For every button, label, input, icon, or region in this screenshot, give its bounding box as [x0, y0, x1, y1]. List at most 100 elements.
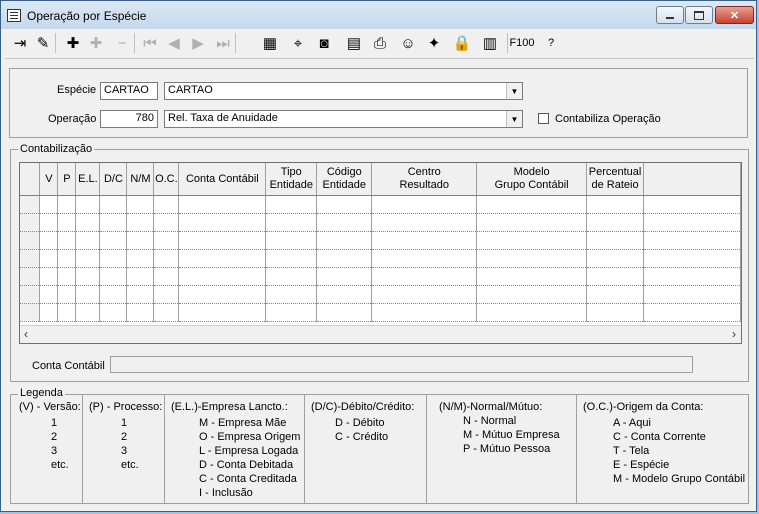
table-row[interactable] — [20, 213, 741, 232]
camera-icon[interactable]: ◙ — [313, 32, 335, 54]
column-header[interactable]: Conta Contábil — [178, 163, 267, 196]
table-row[interactable] — [20, 303, 741, 322]
grid-cell[interactable] — [178, 267, 267, 286]
grid-cell[interactable] — [75, 267, 101, 286]
grid-cell[interactable] — [643, 231, 741, 250]
grid-cell[interactable] — [57, 249, 77, 268]
edit-icon[interactable]: ✎ — [32, 32, 54, 54]
grid-cell[interactable] — [99, 231, 128, 250]
calendar-icon[interactable]: ▤ — [343, 32, 365, 54]
grid-cell[interactable] — [316, 303, 373, 322]
grid-cell[interactable] — [126, 303, 155, 322]
table-row[interactable] — [20, 267, 741, 286]
grid-cell[interactable] — [75, 285, 101, 304]
row-header[interactable] — [20, 195, 41, 214]
book-icon[interactable]: ▥ — [479, 32, 501, 54]
table-row[interactable] — [20, 285, 741, 304]
row-header[interactable] — [20, 303, 41, 322]
exit-icon[interactable]: ⇥ — [9, 32, 31, 54]
column-header[interactable]: Código Entidade — [316, 163, 373, 196]
grid-cell[interactable] — [265, 213, 318, 232]
lock-icon[interactable]: 🔒 — [451, 32, 473, 54]
grid-cell[interactable] — [153, 267, 180, 286]
grid-cell[interactable] — [476, 249, 588, 268]
column-header[interactable]: Tipo Entidade — [265, 163, 318, 196]
first-icon[interactable]: ⏮ — [139, 32, 161, 54]
grid-cell[interactable] — [265, 195, 318, 214]
grid-cell[interactable] — [153, 249, 180, 268]
column-header[interactable]: Centro Resultado — [371, 163, 478, 196]
grid-cell[interactable] — [265, 267, 318, 286]
contabilizacao-grid[interactable]: V P E.L. D/C N/M O.C. Conta Contábil Tipo Entid… — [19, 162, 742, 344]
grid-cell[interactable] — [99, 249, 128, 268]
remove-icon[interactable]: − — [111, 32, 133, 54]
table-row[interactable] — [20, 231, 741, 250]
grid-cell[interactable] — [586, 267, 645, 286]
grid-cell[interactable] — [476, 195, 588, 214]
help-button[interactable]: ? — [538, 32, 564, 54]
grid-cell[interactable] — [57, 267, 77, 286]
binoculars-icon[interactable]: ⌖ — [287, 32, 309, 54]
grid-cell[interactable] — [178, 303, 267, 322]
grid-cell[interactable] — [57, 231, 77, 250]
grid-cell[interactable] — [643, 285, 741, 304]
grid-cell[interactable] — [57, 303, 77, 322]
row-header[interactable] — [20, 231, 41, 250]
grid-cell[interactable] — [126, 195, 155, 214]
column-header[interactable]: E.L. — [75, 163, 101, 196]
grid-cell[interactable] — [39, 267, 59, 286]
grid-cell[interactable] — [99, 267, 128, 286]
horizontal-scrollbar[interactable]: ‹ › — [20, 325, 741, 343]
scroll-right-icon[interactable]: › — [732, 327, 736, 341]
grid-cell[interactable] — [586, 195, 645, 214]
column-header[interactable]: Modelo Grupo Contábil — [476, 163, 588, 196]
grid-cell[interactable] — [476, 213, 588, 232]
grid-cell[interactable] — [39, 195, 59, 214]
operacao-select[interactable]: Rel. Taxa de Anuidade ▼ — [164, 110, 523, 128]
row-header[interactable] — [20, 213, 41, 232]
grid-cell[interactable] — [153, 195, 180, 214]
grid-cell[interactable] — [586, 285, 645, 304]
column-header[interactable]: N/M — [126, 163, 155, 196]
grid-cell[interactable] — [371, 231, 478, 250]
grid-cell[interactable] — [265, 303, 318, 322]
grid-cell[interactable] — [371, 195, 478, 214]
grid-cell[interactable] — [643, 303, 741, 322]
grid-cell[interactable] — [178, 285, 267, 304]
chevron-down-icon[interactable]: ▼ — [506, 83, 522, 99]
grid-cell[interactable] — [126, 213, 155, 232]
table-row[interactable] — [20, 249, 741, 268]
chevron-down-icon[interactable]: ▼ — [506, 111, 522, 127]
row-header[interactable] — [20, 285, 41, 304]
grid-cell[interactable] — [371, 285, 478, 304]
operacao-code-input[interactable]: 780 — [100, 110, 158, 128]
minimize-button[interactable] — [656, 6, 684, 24]
list-icon[interactable]: ▦ — [259, 32, 281, 54]
grid-cell[interactable] — [371, 213, 478, 232]
grid-cell[interactable] — [75, 231, 101, 250]
user-icon[interactable]: ☺ — [397, 32, 419, 54]
close-button[interactable]: ✕ — [715, 6, 754, 24]
print-icon[interactable]: ⎙ — [369, 32, 391, 54]
grid-cell[interactable] — [586, 231, 645, 250]
especie-code-input[interactable]: CARTAO — [100, 82, 158, 100]
grid-cell[interactable] — [476, 267, 588, 286]
grid-cell[interactable] — [586, 213, 645, 232]
grid-cell[interactable] — [57, 195, 77, 214]
grid-cell[interactable] — [39, 231, 59, 250]
grid-cell[interactable] — [371, 303, 478, 322]
grid-cell[interactable] — [265, 249, 318, 268]
column-header[interactable]: Percentual de Rateio — [586, 163, 645, 196]
column-header[interactable]: P — [57, 163, 77, 196]
previous-icon[interactable]: ◀ — [163, 32, 185, 54]
grid-cell[interactable] — [153, 303, 180, 322]
next-icon[interactable]: ▶ — [187, 32, 209, 54]
grid-cell[interactable] — [39, 303, 59, 322]
add-icon[interactable]: ✚ — [62, 32, 84, 54]
column-header[interactable]: O.C. — [153, 163, 180, 196]
grid-cell[interactable] — [476, 231, 588, 250]
grid-cell[interactable] — [39, 213, 59, 232]
row-header[interactable] — [20, 249, 41, 268]
f100-button[interactable]: F100 — [509, 32, 535, 54]
grid-cell[interactable] — [39, 249, 59, 268]
